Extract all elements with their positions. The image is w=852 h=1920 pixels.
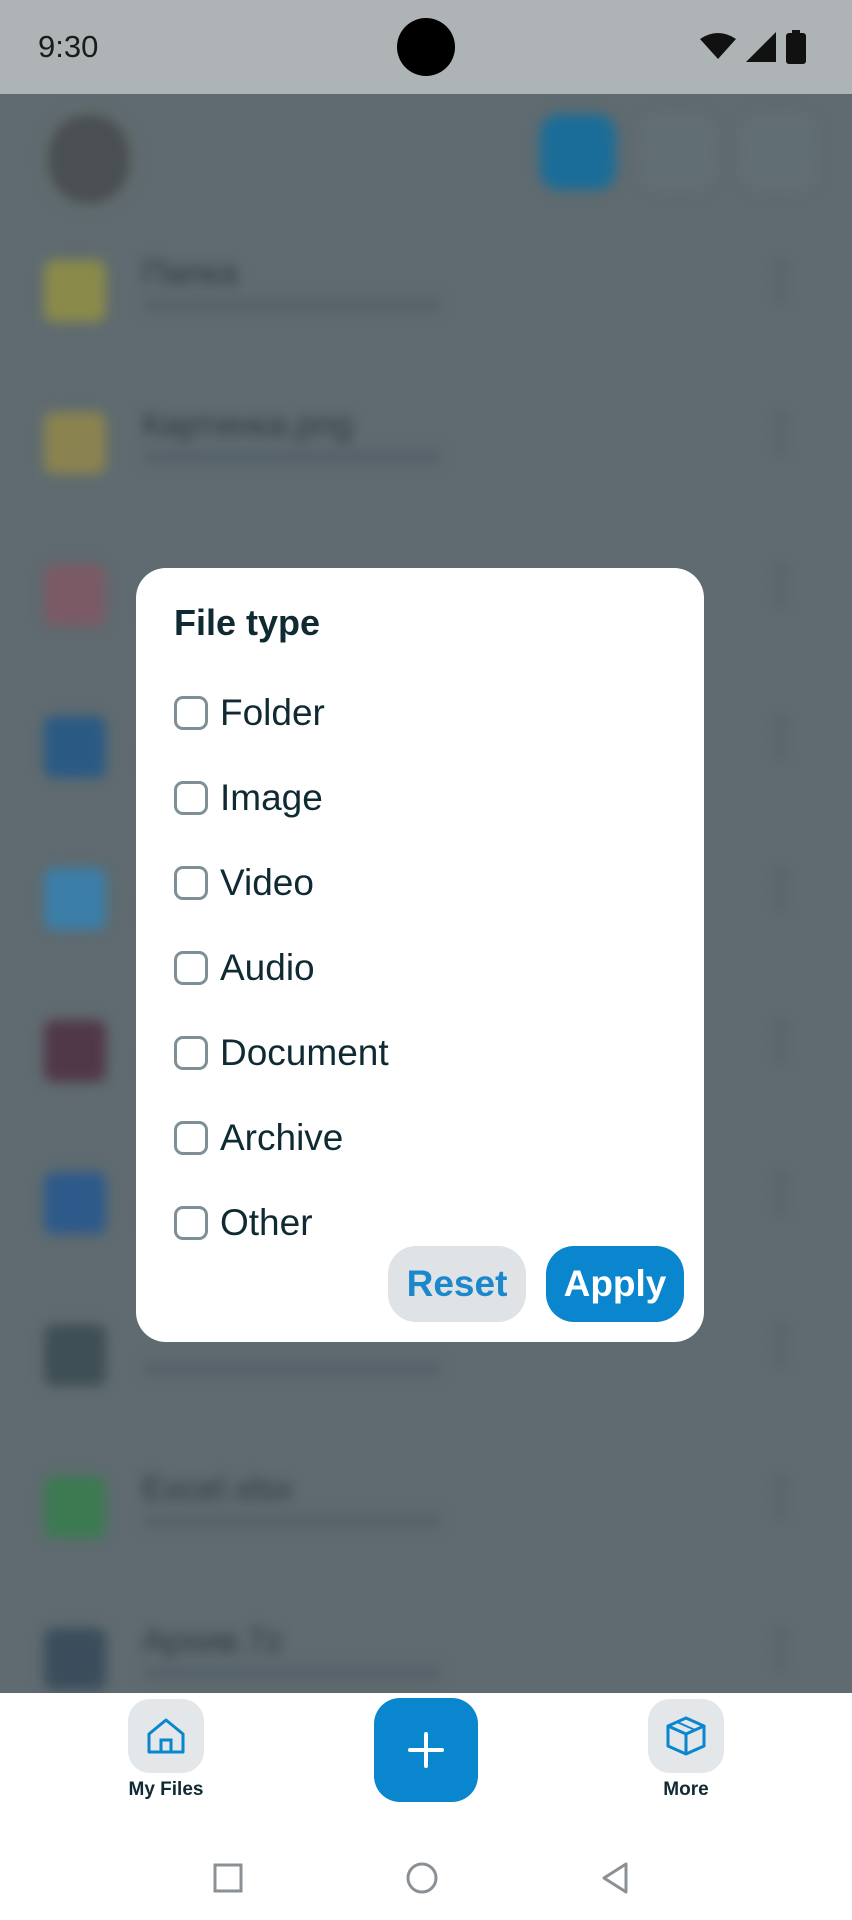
checkbox[interactable] xyxy=(174,950,208,985)
option-label: Image xyxy=(220,776,323,818)
file-list-row: Картинка.png xyxy=(0,378,852,530)
checkbox[interactable] xyxy=(174,865,208,900)
file-meta xyxy=(142,1362,442,1376)
file-type-option[interactable]: Folder xyxy=(174,670,666,755)
file-list-row: Excel.xlsx xyxy=(0,1442,852,1594)
nav-my-files[interactable]: My Files xyxy=(116,1699,216,1801)
file-name: Картинка.png xyxy=(142,406,353,444)
status-icons xyxy=(700,30,806,64)
option-label: Other xyxy=(220,1201,313,1243)
more-vert-icon xyxy=(778,1326,784,1366)
apply-button[interactable]: Apply xyxy=(546,1246,684,1322)
file-thumbnail xyxy=(44,1020,106,1082)
recent-apps-icon[interactable] xyxy=(211,1861,245,1895)
nav-more[interactable]: More xyxy=(636,1699,736,1801)
avatar xyxy=(44,110,134,208)
file-thumbnail xyxy=(44,868,106,930)
add-button[interactable] xyxy=(374,1698,478,1802)
home-icon xyxy=(147,1718,185,1754)
more-vert-icon xyxy=(778,262,784,302)
file-meta xyxy=(142,450,442,464)
plus-icon xyxy=(408,1732,444,1768)
nav-my-files-label: My Files xyxy=(128,1779,204,1800)
option-label: Archive xyxy=(220,1116,344,1158)
home-nav-icon[interactable] xyxy=(405,1861,439,1895)
file-meta xyxy=(142,1666,442,1680)
more-vert-icon xyxy=(778,1022,784,1062)
file-list-row: Папка xyxy=(0,226,852,378)
dialog-actions: Reset Apply xyxy=(388,1246,684,1322)
search-button-bg xyxy=(540,114,616,190)
checkbox[interactable] xyxy=(174,1120,208,1155)
file-thumbnail xyxy=(44,1172,106,1234)
checkbox[interactable] xyxy=(174,1205,208,1240)
more-vert-icon xyxy=(778,1478,784,1518)
more-vert-icon xyxy=(778,870,784,910)
more-vert-icon xyxy=(778,1174,784,1214)
option-label: Document xyxy=(220,1031,389,1073)
file-thumbnail xyxy=(44,412,106,474)
sort-button-bg xyxy=(640,114,716,190)
checkbox[interactable] xyxy=(174,780,208,815)
system-nav-bar xyxy=(0,1841,852,1920)
file-thumbnail xyxy=(44,260,106,322)
file-type-option[interactable]: Archive xyxy=(174,1095,666,1180)
option-label: Video xyxy=(220,861,314,903)
box-icon xyxy=(666,1716,706,1756)
reset-button[interactable]: Reset xyxy=(388,1246,526,1322)
status-time: 9:30 xyxy=(38,29,99,64)
file-type-option[interactable]: Image xyxy=(174,755,666,840)
more-vert-icon xyxy=(778,414,784,454)
file-type-option[interactable]: Video xyxy=(174,840,666,925)
battery-icon xyxy=(786,30,806,64)
back-icon[interactable] xyxy=(598,1861,632,1895)
file-thumbnail xyxy=(44,564,106,626)
file-name: Папка xyxy=(142,254,239,292)
file-meta xyxy=(142,298,442,312)
file-type-dialog: File type Folder Image Video Audio Document A… xyxy=(136,568,704,1342)
more-icon-bg xyxy=(648,1699,724,1773)
file-name: Архив.7z xyxy=(142,1622,283,1660)
wifi-icon xyxy=(700,33,736,59)
file-thumbnail xyxy=(44,1628,106,1690)
more-vert-icon xyxy=(778,1630,784,1670)
nav-more-label: More xyxy=(663,1779,709,1800)
option-label: Folder xyxy=(220,691,325,733)
bottom-nav: My Files More xyxy=(0,1693,852,1841)
option-label: Audio xyxy=(220,946,315,988)
checkbox[interactable] xyxy=(174,695,208,730)
more-vert-icon xyxy=(778,718,784,758)
file-thumbnail xyxy=(44,1324,106,1386)
status-bar: 9:30 xyxy=(0,0,852,94)
file-thumbnail xyxy=(44,716,106,778)
file-type-option[interactable]: Audio xyxy=(174,925,666,1010)
more-vert-icon xyxy=(778,566,784,606)
file-name: Excel.xlsx xyxy=(142,1470,294,1508)
file-thumbnail xyxy=(44,1476,106,1538)
signal-icon xyxy=(746,32,776,62)
my-files-icon-bg xyxy=(128,1699,204,1773)
filter-button-bg xyxy=(740,114,816,190)
file-type-option[interactable]: Document xyxy=(174,1010,666,1095)
checkbox[interactable] xyxy=(174,1035,208,1070)
camera-cutout xyxy=(397,18,455,76)
dialog-title: File type xyxy=(174,602,321,643)
file-meta xyxy=(142,1514,442,1528)
